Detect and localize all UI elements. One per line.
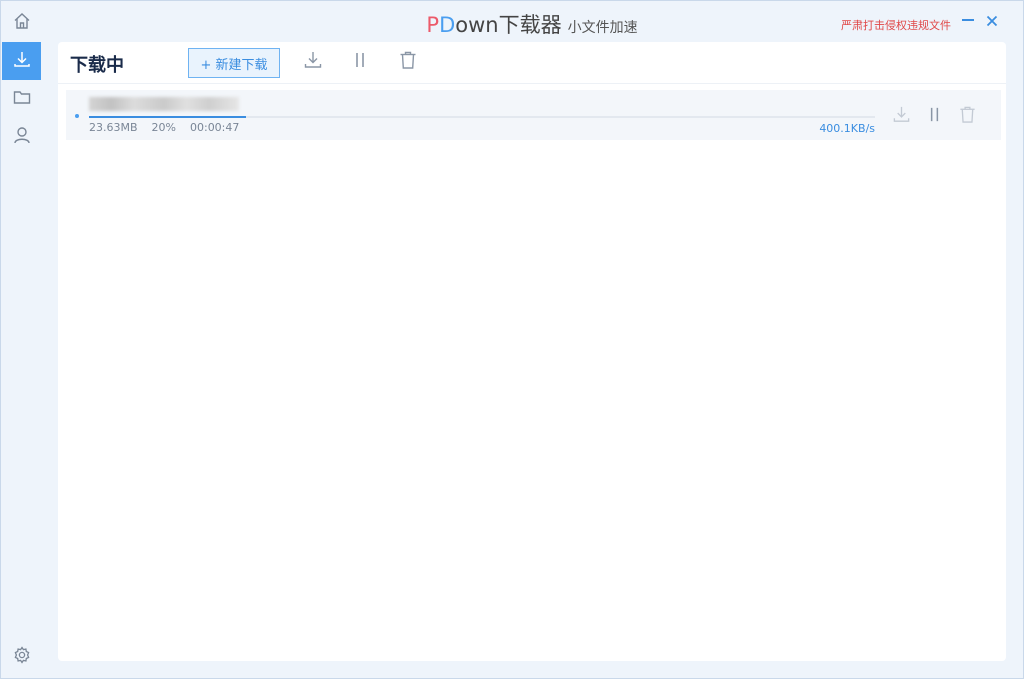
trash-icon: [398, 50, 418, 74]
brand-letter-p: P: [426, 13, 440, 37]
task-delete-button[interactable]: [956, 105, 978, 127]
task-start-button[interactable]: [890, 105, 912, 127]
download-icon: [892, 105, 911, 128]
sidebar: [2, 2, 41, 678]
download-icon: [12, 49, 32, 73]
task-meta: 23.63MB 20% 00:00:47: [89, 121, 253, 134]
brand-letter-d: D: [439, 13, 456, 37]
progress-fill: [89, 116, 247, 118]
new-download-button[interactable]: + 新建下载: [188, 48, 280, 78]
sidebar-item-downloading[interactable]: [2, 42, 41, 80]
page-title: 下载中: [70, 55, 124, 76]
notice-text: 严肃打击侵权违规文件: [841, 19, 951, 32]
home-icon: [12, 11, 32, 35]
trash-icon: [958, 105, 977, 128]
sidebar-item-completed[interactable]: [2, 80, 41, 118]
folder-icon: [12, 87, 32, 111]
download-icon: [303, 50, 323, 74]
title-bar: PDown下载器 小文件加速 严肃打击侵权违规文件: [41, 1, 1023, 43]
pause-icon: [350, 50, 370, 74]
sidebar-item-user[interactable]: [2, 118, 41, 156]
app-window: PDown下载器 小文件加速 严肃打击侵权违规文件 下载中 + 新建下载 23.…: [0, 0, 1024, 679]
task-filename: [89, 97, 239, 111]
start-all-button[interactable]: [301, 50, 325, 74]
toolbar: 下载中 + 新建下载: [58, 42, 1006, 84]
close-button[interactable]: [983, 11, 1001, 31]
task-speed: 400.1KB/s: [819, 122, 875, 135]
gear-icon: [12, 645, 32, 669]
pause-icon: [925, 105, 944, 128]
downloads-panel: 下载中 + 新建下载 23.63MB 20% 00:00:47 400.1KB/…: [58, 42, 1006, 661]
task-percent: 20%: [151, 121, 176, 134]
status-dot: [75, 114, 79, 118]
sidebar-item-home[interactable]: [2, 4, 41, 42]
minimize-button[interactable]: [959, 11, 977, 31]
task-pause-button[interactable]: [923, 105, 945, 127]
delete-all-button[interactable]: [396, 50, 420, 74]
sidebar-item-settings[interactable]: [2, 638, 41, 676]
app-subtitle: 小文件加速: [567, 20, 638, 36]
app-name: own下载器: [455, 13, 562, 37]
user-icon: [12, 125, 32, 149]
pause-all-button[interactable]: [348, 50, 372, 74]
minimize-icon: [961, 12, 975, 31]
task-size: 23.63MB: [89, 121, 138, 134]
download-task-row[interactable]: 23.63MB 20% 00:00:47 400.1KB/s: [66, 90, 1001, 140]
task-time: 00:00:47: [189, 121, 240, 134]
progress-bar: [89, 116, 875, 118]
close-icon: [986, 12, 998, 31]
